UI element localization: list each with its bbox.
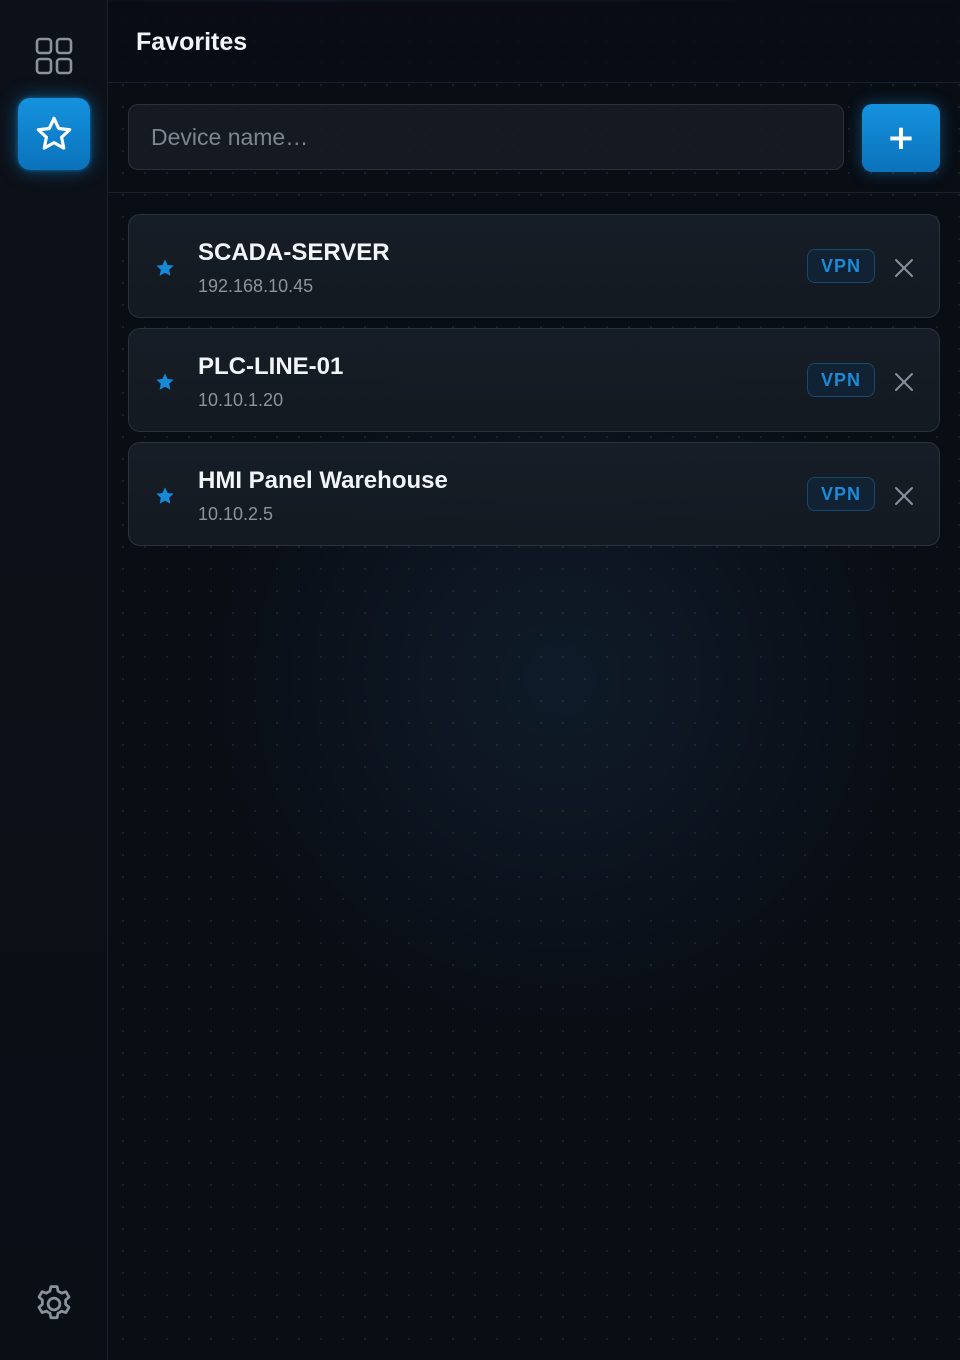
device-name: HMI Panel Warehouse [198,467,448,494]
page-title: Favorites [136,28,248,56]
star-filled-icon[interactable] [154,485,176,507]
close-icon[interactable] [893,485,915,507]
sidebar-item-favorites[interactable] [18,98,90,170]
close-icon[interactable] [893,371,915,393]
vpn-button[interactable]: VPN [807,249,875,283]
favorite-card[interactable]: PLC-LINE-01 10.10.1.20 VPN [128,328,940,432]
star-icon [36,116,72,150]
device-name: SCADA-SERVER [198,239,390,266]
close-icon[interactable] [893,257,915,279]
page-header: Favorites [108,0,960,83]
favorite-card[interactable]: HMI Panel Warehouse 10.10.2.5 VPN [128,442,940,546]
app-window: Favorites + SCADA-SERVER 192.168.10.45 V… [0,0,960,1360]
favorite-card[interactable]: SCADA-SERVER 192.168.10.45 VPN [128,214,940,318]
vpn-button[interactable]: VPN [807,477,875,511]
device-name-input[interactable] [128,104,844,170]
star-filled-icon[interactable] [154,257,176,279]
star-filled-icon[interactable] [154,371,176,393]
grid-icon [35,37,73,75]
sidebar-item-grid[interactable] [18,20,90,92]
device-ip: 192.168.10.45 [198,276,314,296]
add-device-button[interactable]: + [862,104,940,172]
toolbar: + [108,83,960,193]
gear-icon [37,1285,71,1320]
sidebar [0,0,108,1360]
favorites-list: SCADA-SERVER 192.168.10.45 VPN PLC-LINE-… [128,214,940,556]
sidebar-item-settings[interactable] [18,1268,90,1340]
device-ip: 10.10.1.20 [198,390,284,410]
device-name: PLC-LINE-01 [198,353,344,380]
device-ip: 10.10.2.5 [198,504,274,524]
vpn-button[interactable]: VPN [807,363,875,397]
main-panel: Favorites + SCADA-SERVER 192.168.10.45 V… [108,0,960,1360]
